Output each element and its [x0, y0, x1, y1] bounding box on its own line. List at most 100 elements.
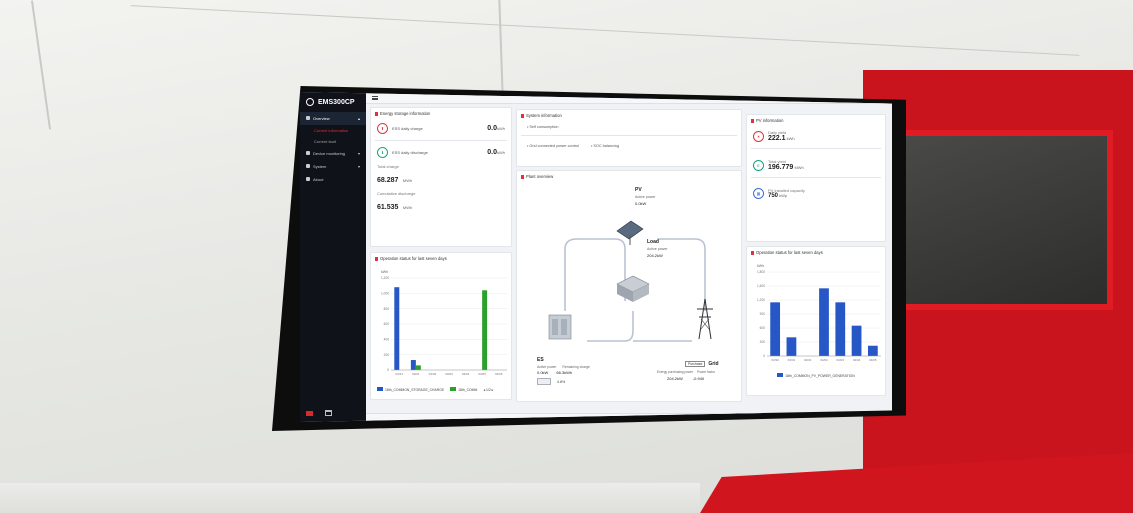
- panel-title: Operation status for last seven days: [371, 253, 511, 264]
- ess-daily-discharge-value: 0.0: [487, 149, 497, 156]
- panel-title: System information: [517, 110, 741, 121]
- sidebar-item-label: About: [313, 177, 324, 182]
- legend-pager[interactable]: ◂ 1/2 ▸: [483, 388, 493, 392]
- battery-discharge-icon: ⬇: [377, 147, 388, 158]
- grid-labels: Energy purchasing power Power factor: [657, 370, 715, 374]
- ceiling-seam: [30, 0, 52, 130]
- y-tick-label: 1,500: [757, 284, 765, 288]
- solar-panel-icon: [616, 220, 644, 245]
- sidebar-item-device-monitoring[interactable]: Device monitoring ▾: [300, 147, 366, 160]
- pv-power-label: Active power: [635, 195, 656, 199]
- info-icon: [306, 177, 310, 181]
- sidebar-item-system[interactable]: System ▾: [300, 160, 366, 173]
- grid-pf-label: Power factor: [697, 370, 716, 374]
- bar[interactable]: [415, 365, 421, 370]
- ess-operation-chart-panel: Operation status for last seven days kWh…: [370, 252, 512, 400]
- bar[interactable]: [394, 287, 400, 370]
- sidebar-footer: [306, 410, 332, 416]
- home-icon[interactable]: [325, 410, 332, 416]
- divider: [751, 177, 881, 178]
- sidebar-item-about[interactable]: About: [300, 173, 366, 186]
- bar[interactable]: [819, 288, 829, 356]
- panel-marker-icon: [521, 113, 524, 118]
- language-flag-icon[interactable]: [306, 410, 313, 416]
- bar[interactable]: [867, 345, 878, 356]
- pv-total-yield-value: 196.779: [768, 164, 794, 171]
- es-soc: 4.8%: [537, 378, 565, 385]
- legend-label: 18th_COMMON_STORAGE_CHARGE: [385, 388, 445, 392]
- ceiling-seam: [498, 0, 504, 96]
- y-axis-unit: kWh: [757, 264, 764, 268]
- panel-title-text: Plant overview: [526, 174, 554, 179]
- red-door-window: [883, 130, 1113, 310]
- system-information-panel: System information • Self consumption • …: [516, 109, 742, 167]
- divider: [521, 135, 737, 136]
- legend-item[interactable]: 18th_COMMON_PV_POWER_GENERATION: [777, 373, 855, 378]
- capacity-icon: ▦: [753, 188, 764, 199]
- bar[interactable]: [786, 337, 797, 356]
- panel-title-text: System information: [526, 113, 562, 118]
- pv-capacity-row: ▦ PV installed capacity 750 kWp: [747, 180, 885, 203]
- es-power-label: Active power: [537, 365, 557, 369]
- legend-page: 1/2: [486, 387, 491, 392]
- y-tick-label: 600: [760, 326, 766, 330]
- ess-bar-chart: kWh 0 200 400 600 800 1,000 1,200 03/31 03/01 03/0…: [381, 270, 507, 376]
- sidebar-item-label: System: [313, 164, 327, 169]
- chevron-up-icon: ▴: [357, 116, 360, 121]
- y-tick-label: 1,800: [757, 270, 765, 274]
- gear-icon: [306, 164, 310, 168]
- energy-storage-panel: Energy storage information ⬆ ESS daily ch…: [370, 107, 512, 247]
- ceiling-seam: [130, 5, 1080, 56]
- logo-icon: [306, 98, 314, 106]
- pv-total-yield-row: E Total yield 196.779 MWh: [747, 151, 885, 175]
- sidebar-sub-current-information[interactable]: Current information: [300, 125, 366, 136]
- bar[interactable]: [851, 325, 862, 356]
- es-power-value: 0.0kW: [537, 370, 549, 375]
- total-charge-value: 68.287: [377, 177, 399, 184]
- legend-item[interactable]: 18th_COMMON_STORAGE_CHARGE: [377, 387, 444, 392]
- panel-title: Energy storage information: [371, 108, 511, 119]
- es-node-label: ES: [537, 357, 544, 363]
- pv-capacity-value: 750: [768, 193, 779, 199]
- chart-legend: 18th_COMMON_PV_POWER_GENERATION: [747, 373, 885, 378]
- grid-power-label: Energy purchasing power: [657, 370, 694, 374]
- x-tick-label: 03/05: [478, 372, 486, 376]
- flow-line-es: [587, 311, 634, 342]
- panel-marker-icon: [751, 250, 754, 255]
- pv-operation-chart-panel: Operation status for last seven days kWh…: [746, 246, 886, 396]
- grid-node-label: Grid: [708, 361, 719, 367]
- bar[interactable]: [410, 360, 416, 370]
- legend-swatch: [377, 387, 383, 391]
- sidebar-item-overview[interactable]: Overview ▴: [300, 112, 366, 125]
- es-remaining-value: 66.3kWh: [556, 370, 573, 375]
- bar[interactable]: [482, 290, 488, 370]
- panel-title-text: Operation status for last seven days: [380, 256, 447, 261]
- ess-daily-charge-row: ⬆ ESS daily charge 0.0kWh: [371, 119, 511, 138]
- y-tick-label: 1,200: [757, 298, 765, 302]
- y-tick-label: 1,000: [381, 292, 389, 296]
- bar[interactable]: [770, 302, 781, 356]
- grid-icon: [306, 116, 310, 120]
- x-tick-label: 04/03: [837, 358, 845, 362]
- pv-bar-chart: kWh 0 300 600 900 1,200 1,500 1,800 03/30 03/31 04…: [757, 264, 881, 362]
- sidebar-item-label: Device monitoring: [313, 151, 346, 156]
- cumulative-discharge-stat: Cumulative discharge 61.535 MWh: [371, 189, 511, 216]
- bar[interactable]: [835, 302, 846, 356]
- system-mode-self-consumption: Self consumption: [529, 125, 559, 129]
- sidebar-sub-current-fault[interactable]: Current fault: [300, 136, 366, 147]
- legend-label: 18th_COMMON_PV_POWER_GENERATION: [785, 374, 855, 378]
- load-power-label: Active power: [647, 247, 668, 251]
- sidebar: EMS300CP Overview ▴ Current information …: [300, 92, 366, 422]
- ess-daily-discharge-unit: kWh: [497, 150, 505, 155]
- x-tick-label: 04/02: [820, 358, 828, 362]
- y-axis-unit: kWh: [381, 270, 388, 274]
- divider: [375, 140, 507, 141]
- flow-line-left: [564, 238, 578, 311]
- grid-mode-badge: Purchase: [685, 361, 706, 367]
- total-charge-stat: Total charge 68.287 MWh: [371, 162, 511, 189]
- pv-node-label: PV: [635, 187, 642, 193]
- y-tick-label: 200: [384, 353, 390, 357]
- x-tick-label: 03/02: [429, 372, 437, 376]
- legend-item[interactable]: 18th_COMM: [450, 387, 477, 392]
- menu-icon[interactable]: [372, 95, 378, 100]
